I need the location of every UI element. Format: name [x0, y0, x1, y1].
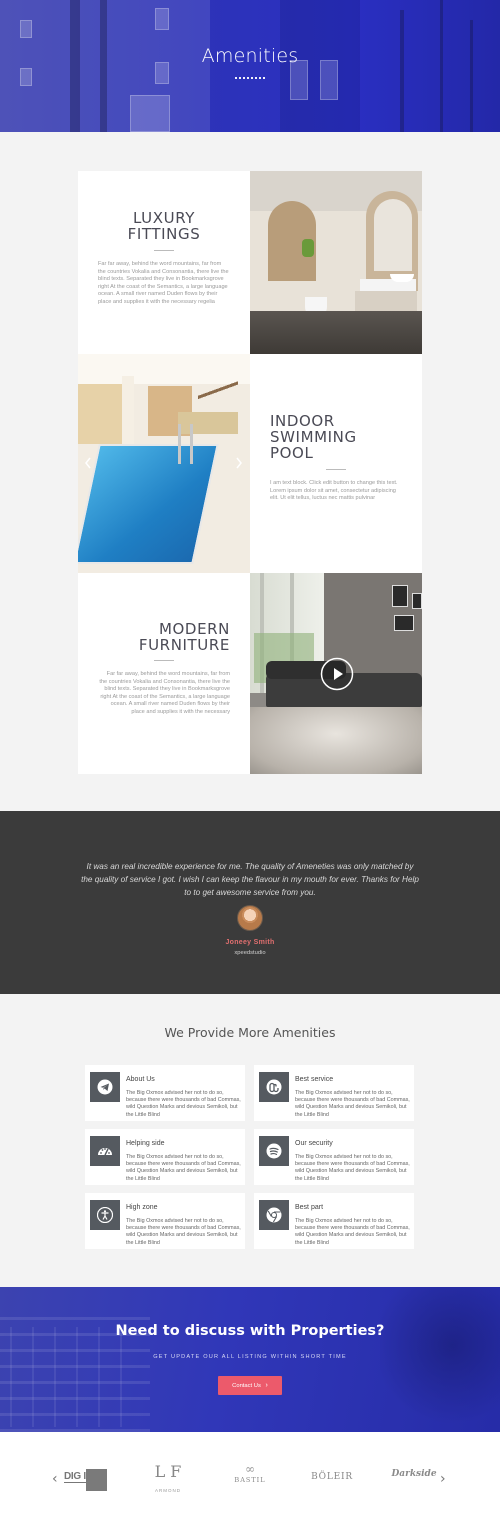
contact-button-label: Contact Us — [232, 1383, 261, 1389]
feature-title: Our security — [295, 1140, 333, 1147]
logo-text: ARMOND — [155, 1488, 181, 1493]
logo-bastil: ∞ BASTIL — [230, 1462, 270, 1498]
feature-text: The Big Oxmox advised her not to do so, … — [295, 1154, 410, 1182]
chevron-right-icon[interactable] — [235, 457, 243, 469]
amenity-card-pool: INDOOR SWIMMING POOL I am text block. Cl… — [250, 354, 422, 573]
title-line: SWIMMING — [270, 428, 357, 446]
chevron-right-icon[interactable]: › — [440, 1471, 446, 1487]
feature-text: The Big Oxmox advised her not to do so, … — [295, 1218, 410, 1246]
logo-text: BASTIL — [234, 1476, 266, 1484]
avatar — [237, 905, 263, 931]
amenity-text: Far far away, behind the word mountains,… — [99, 671, 230, 715]
amenity-text: I am text block. Click edit button to ch… — [270, 480, 398, 502]
section-title: We Provide More Amenities — [164, 1025, 336, 1040]
hero-notch — [0, 132, 500, 138]
feature-title: Best part — [295, 1204, 324, 1211]
cta-subtitle: GET UPDATE OUR ALL LISTING WITHIN SHORT … — [153, 1354, 347, 1360]
contact-button[interactable]: Contact Us › — [218, 1376, 282, 1395]
feature-text: The Big Oxmox advised her not to do so, … — [295, 1090, 410, 1118]
logo-boleir: BÖLEIR — [311, 1472, 353, 1482]
logo-mark: L F — [154, 1462, 182, 1481]
feature-card-security[interactable]: Our security The Big Oxmox advised her n… — [254, 1129, 414, 1185]
feature-title: Helping side — [126, 1140, 165, 1147]
feature-card-highzone[interactable]: High zone The Big Oxmox advised her not … — [85, 1193, 245, 1249]
telegram-icon — [90, 1072, 120, 1102]
logo-darkside: Darkside — [391, 1469, 437, 1479]
title-line: POOL — [270, 444, 314, 462]
feature-text: The Big Oxmox advised her not to do so, … — [126, 1218, 241, 1246]
logo-mark: ∞ — [245, 1462, 255, 1476]
cta-title: Need to discuss with Properties? — [115, 1323, 385, 1339]
page-title: Amenities — [201, 45, 299, 67]
play-icon[interactable] — [320, 657, 354, 691]
spotify-icon — [259, 1136, 289, 1166]
testimonial-quote: It was an real incredible experience for… — [81, 862, 419, 897]
logo-digit: DIG IT — [64, 1469, 108, 1491]
amenity-title: LUXURY FITTINGS — [78, 210, 250, 242]
amenity-title: MODERN FURNITURE — [139, 621, 230, 653]
feature-title: Best service — [295, 1076, 334, 1083]
accessibility-icon — [90, 1200, 120, 1230]
amenity-text: Far far away, behind the word mountains,… — [98, 261, 229, 305]
feature-text: The Big Oxmox advised her not to do so, … — [126, 1154, 241, 1182]
amenities-grid: LUXURY FITTINGS Far far away, behind the… — [78, 171, 422, 774]
chevron-right-icon: › — [265, 1382, 268, 1389]
logo-armond: L F ARMOND — [152, 1463, 184, 1499]
testimonial-name: Joneey Smith — [225, 939, 275, 946]
bathroom-photo — [250, 171, 422, 354]
amenity-card-furniture: MODERN FURNITURE Far far away, behind th… — [78, 573, 250, 774]
feature-card-bestpart[interactable]: Best part The Big Oxmox advised her not … — [254, 1193, 414, 1249]
feature-card-about[interactable]: About Us The Big Oxmox advised her not t… — [85, 1065, 245, 1121]
testimonial-section — [0, 811, 500, 994]
feature-title: About Us — [126, 1076, 155, 1083]
feature-card-helping[interactable]: Helping side The Big Oxmox advised her n… — [85, 1129, 245, 1185]
feature-text: The Big Oxmox advised her not to do so, … — [126, 1090, 241, 1118]
amenity-card-luxury: LUXURY FITTINGS Far far away, behind the… — [78, 171, 250, 354]
testimonial-company: xpeedstudio — [234, 950, 266, 956]
stumbleupon-icon — [259, 1072, 289, 1102]
feature-card-service[interactable]: Best service The Big Oxmox advised her n… — [254, 1065, 414, 1121]
dashboard-icon — [90, 1136, 120, 1166]
chevron-left-icon[interactable]: ‹ — [52, 1471, 58, 1487]
title-line: MODERN — [158, 620, 230, 638]
amenity-title: INDOOR SWIMMING POOL — [270, 413, 357, 461]
feature-title: High zone — [126, 1204, 158, 1211]
amenity-divider — [154, 250, 174, 251]
title-line: INDOOR — [270, 412, 335, 430]
title-line: LUXURY — [132, 209, 196, 227]
pool-photo — [78, 354, 250, 573]
furniture-video[interactable] — [250, 573, 422, 774]
chevron-left-icon[interactable] — [84, 457, 92, 469]
chrome-icon — [259, 1200, 289, 1230]
amenity-divider — [326, 469, 346, 470]
amenity-divider — [154, 660, 174, 661]
title-line: FURNITURE — [138, 636, 230, 654]
title-line: FITTINGS — [127, 225, 201, 243]
title-divider — [234, 77, 266, 79]
